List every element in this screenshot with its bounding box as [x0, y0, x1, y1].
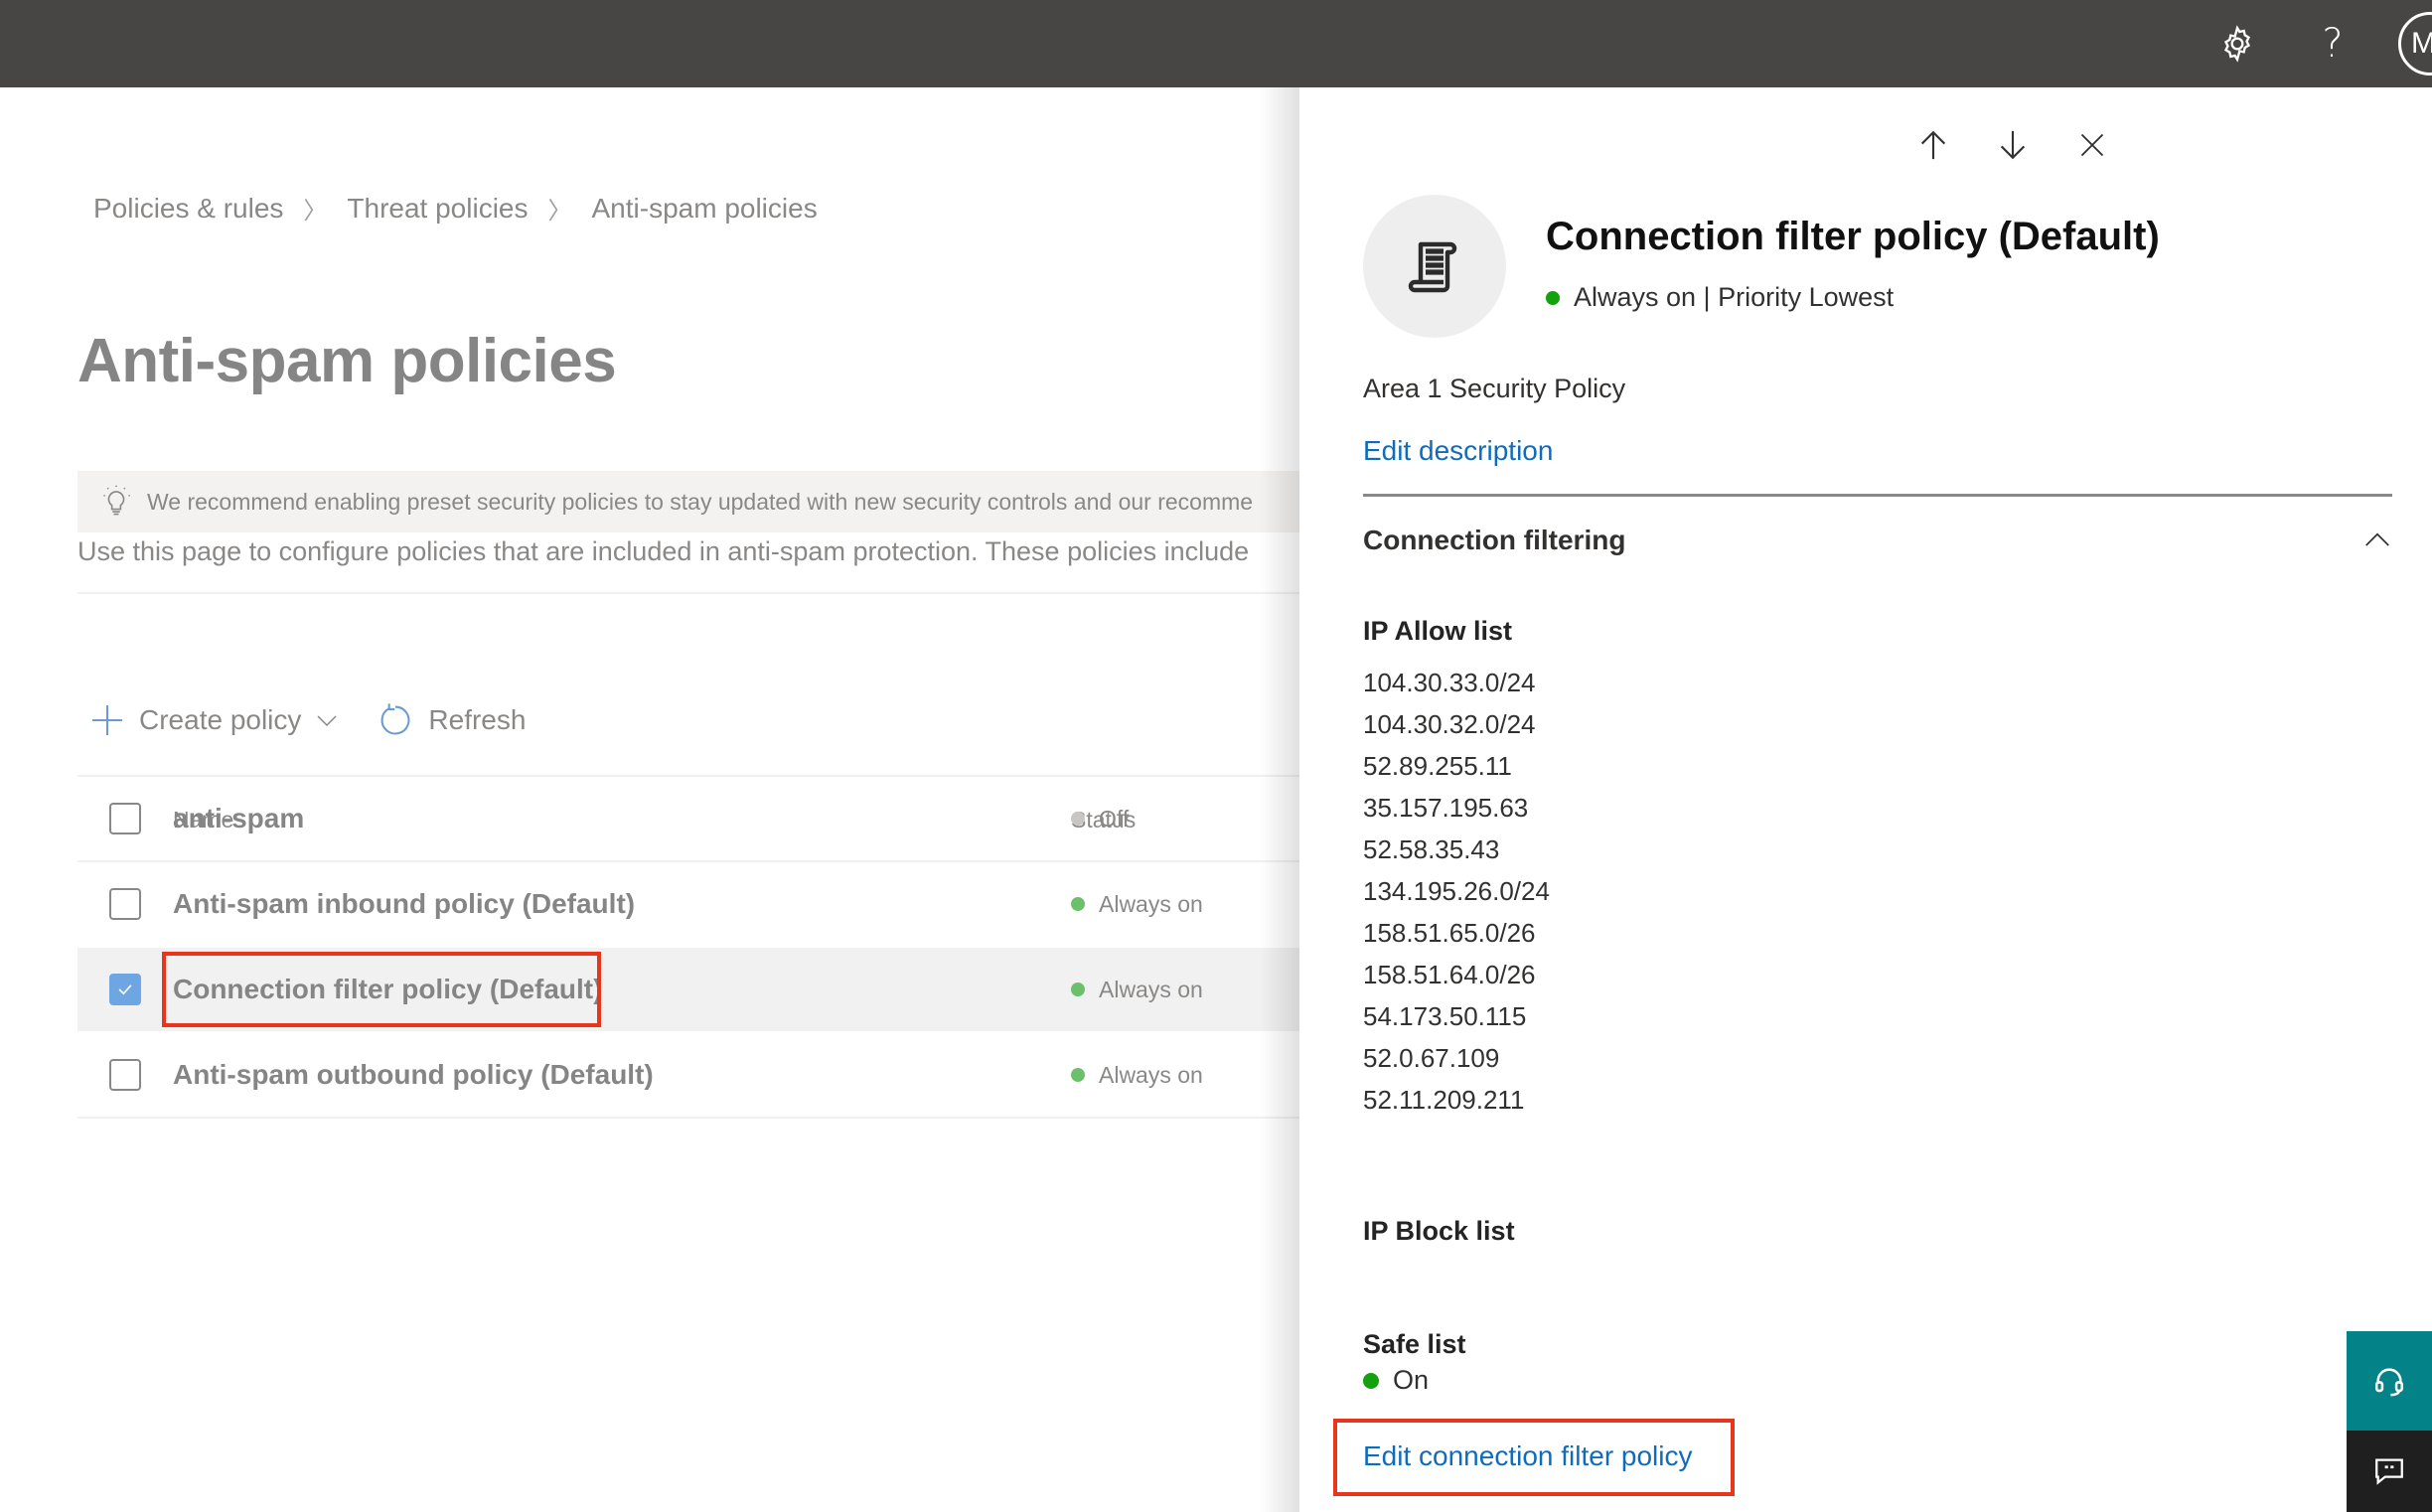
chevron-up-icon[interactable] — [2362, 526, 2392, 555]
row-checkbox[interactable] — [109, 888, 141, 920]
panel-status: Always on | Priority Lowest — [1546, 282, 1894, 313]
breadcrumb: Policies & rules 〉 Threat policies 〉 Ant… — [93, 191, 818, 226]
safe-list-value: On — [1393, 1365, 1430, 1395]
ip-allow-entry: 35.157.195.63 — [1363, 793, 1529, 823]
page-intro: Use this page to configure policies that… — [77, 536, 1250, 566]
status-dot-icon — [1071, 983, 1085, 996]
create-policy-label: Create policy — [139, 704, 302, 735]
status-text: Always on — [1099, 976, 1203, 1002]
status-badge: Off — [1071, 806, 1129, 832]
page-title: Anti-spam policies — [77, 327, 617, 395]
details-panel: Connection filter policy (Default) Alway… — [1299, 87, 2432, 1512]
scroll-icon — [1408, 241, 1457, 293]
status-dot-icon — [1363, 1372, 1379, 1389]
row-checkbox[interactable] — [109, 1059, 141, 1091]
connection-filtering-section-header[interactable]: Connection filtering — [1363, 525, 2392, 556]
ip-allow-list: 104.30.33.0/24 104.30.32.0/24 52.89.255.… — [1363, 662, 1550, 1121]
status-text: Always on — [1099, 890, 1203, 917]
lightbulb-icon — [102, 485, 130, 516]
banner-text: We recommend enabling preset security po… — [147, 488, 1254, 515]
close-icon — [2080, 133, 2104, 157]
edit-description-link[interactable]: Edit description — [1363, 435, 1553, 467]
ip-block-list-label: IP Block list — [1363, 1216, 1515, 1246]
ip-allow-entry: 52.0.67.109 — [1363, 1043, 1500, 1073]
recommendation-banner: We recommend enabling preset security po… — [77, 471, 1299, 532]
ip-allow-entry: 104.30.33.0/24 — [1363, 668, 1536, 697]
policy-name[interactable]: anti-spam — [173, 803, 304, 834]
previous-item-button[interactable] — [1905, 117, 1961, 173]
avatar-initial: M — [2411, 27, 2432, 60]
status-dot-icon — [1071, 1068, 1085, 1082]
breadcrumb-item-anti-spam: Anti-spam policies — [591, 192, 818, 224]
plus-icon — [92, 705, 122, 735]
policy-name[interactable]: Anti-spam inbound policy (Default) — [173, 888, 635, 920]
divider — [77, 1117, 1299, 1119]
checkmark-icon — [118, 984, 132, 995]
help-button[interactable]: ? — [2305, 16, 2360, 72]
panel-description: Area 1 Security Policy — [1363, 374, 1626, 403]
chevron-right-icon: 〉 — [547, 198, 572, 225]
gear-icon — [2223, 25, 2251, 63]
status-dot-icon — [1071, 812, 1085, 826]
ip-allow-entry: 52.58.35.43 — [1363, 834, 1500, 864]
row-checkbox[interactable] — [109, 803, 141, 834]
table-row[interactable]: Anti-spam outbound policy (Default) Alwa… — [77, 1033, 1299, 1117]
status-dot-icon — [1071, 897, 1085, 911]
feedback-button[interactable] — [2347, 1431, 2432, 1512]
ip-allow-entry: 54.173.50.115 — [1363, 1001, 1527, 1031]
ip-allow-entry: 134.195.26.0/24 — [1363, 876, 1550, 906]
help-icon: ? — [2322, 21, 2344, 67]
create-policy-button[interactable]: Create policy — [89, 702, 377, 738]
divider — [1363, 494, 2392, 497]
divider — [77, 592, 1299, 594]
status-text: Off — [1099, 805, 1130, 832]
row-checkbox-checked[interactable] — [109, 974, 141, 1005]
ip-allow-entry: 52.11.209.211 — [1363, 1085, 1525, 1115]
panel-title: Connection filter policy (Default) — [1546, 215, 2160, 258]
settings-button[interactable] — [2209, 16, 2265, 72]
status-badge: Always on — [1071, 977, 1203, 1003]
ip-allow-entry: 52.89.255.11 — [1363, 751, 1512, 781]
highlight-box — [1333, 1419, 1735, 1496]
policy-name[interactable]: Anti-spam outbound policy (Default) — [173, 1059, 654, 1091]
section-label: Connection filtering — [1363, 525, 1626, 555]
ip-allow-entry: 104.30.32.0/24 — [1363, 709, 1536, 739]
close-button[interactable] — [2064, 117, 2120, 173]
toolbar: Create policy Refresh — [89, 701, 526, 739]
status-dot-icon — [1546, 290, 1560, 305]
refresh-icon — [380, 703, 410, 735]
next-item-button[interactable] — [1985, 117, 2041, 173]
refresh-button[interactable]: Refresh — [377, 701, 526, 739]
panel-status-text: Always on | Priority Lowest — [1574, 282, 1895, 312]
top-bar: ? M — [0, 0, 2432, 87]
arrow-down-icon — [2000, 130, 2026, 160]
chevron-right-icon: 〉 — [303, 198, 328, 225]
status-text: Always on — [1099, 1061, 1203, 1088]
ip-allow-entry: 158.51.64.0/26 — [1363, 960, 1536, 989]
highlight-box — [162, 952, 601, 1027]
headset-icon — [2374, 1368, 2404, 1397]
breadcrumb-item-policies-rules[interactable]: Policies & rules — [93, 193, 283, 225]
chat-feedback-icon — [2375, 1458, 2403, 1485]
breadcrumb-item-threat-policies[interactable]: Threat policies — [347, 193, 528, 225]
safe-list-label: Safe list — [1363, 1329, 1466, 1359]
refresh-label: Refresh — [428, 704, 527, 735]
ip-allow-entry: 158.51.65.0/26 — [1363, 918, 1536, 948]
arrow-up-icon — [1920, 130, 1946, 160]
main-content: Policies & rules 〉 Threat policies 〉 Ant… — [0, 87, 1299, 1512]
safe-list-status: On — [1363, 1365, 1429, 1396]
ip-allow-list-label: IP Allow list — [1363, 616, 1513, 646]
chevron-down-icon — [317, 715, 337, 727]
help-support-button[interactable] — [2347, 1331, 2432, 1431]
status-badge: Always on — [1071, 1062, 1203, 1089]
avatar[interactable]: M — [2398, 12, 2432, 76]
status-badge: Always on — [1071, 891, 1203, 918]
table-row[interactable]: anti-spam Off — [77, 777, 1299, 860]
policy-icon-circle — [1363, 195, 1506, 338]
table-row[interactable]: Anti-spam inbound policy (Default) Alway… — [77, 862, 1299, 946]
